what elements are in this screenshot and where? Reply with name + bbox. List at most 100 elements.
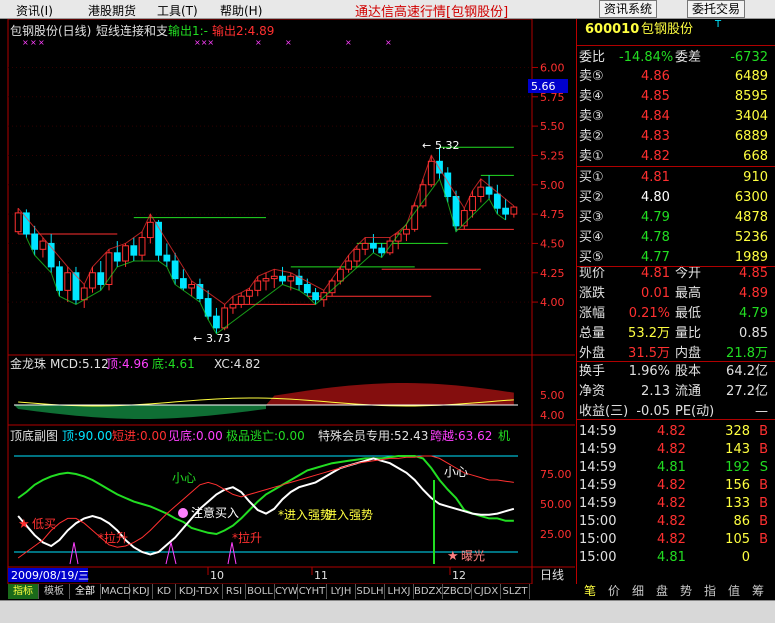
info-system-button[interactable]: 资讯系统: [599, 0, 658, 18]
candle: [229, 303, 237, 309]
bid-price: 4.81: [641, 170, 670, 185]
osc-jd: 见底:0.00: [168, 428, 223, 443]
right-tab[interactable]: 细: [626, 584, 650, 599]
right-tab[interactable]: 值: [722, 584, 746, 599]
tick-direction: S: [759, 460, 768, 475]
indicator-tab[interactable]: KDJ: [130, 584, 153, 599]
osc-title: 顶底副图: [10, 428, 58, 443]
osc-top: 顶:90.00: [62, 429, 112, 443]
right-tab[interactable]: 指: [698, 584, 722, 599]
indicator-tab[interactable]: MACD: [101, 584, 131, 599]
tick-price: 4.82: [657, 496, 686, 511]
ask-row: 卖⑤ 4.86 6489: [577, 68, 775, 86]
candle: [254, 280, 262, 291]
osc-series-line: [17, 455, 514, 559]
stat-value: 27.2亿: [726, 384, 768, 399]
stat-label: 流通: [675, 384, 702, 399]
stat-label: 总量: [579, 326, 606, 341]
indicator-tab[interactable]: ZBCD: [443, 584, 472, 599]
candle: [56, 266, 63, 291]
indicator-tab[interactable]: CYHT: [298, 584, 327, 599]
indicator-tab[interactable]: KD: [153, 584, 176, 599]
tick-price: 4.81: [657, 550, 686, 565]
tick-time: 15:00: [579, 550, 617, 565]
stat-value: 4.85: [739, 266, 768, 281]
indicator-tab[interactable]: CYW: [275, 584, 298, 599]
candle: [378, 247, 386, 254]
osc-ji: 机: [498, 429, 510, 443]
x-axis-labels: 10 11 12: [207, 567, 466, 582]
bid-row: 买② 4.80 6300: [577, 189, 775, 207]
chart-frame: [7, 18, 533, 585]
osc-vip: 特殊会员专用:52.43: [318, 428, 428, 443]
x-tick-label: 10: [210, 569, 224, 582]
tick-volume: 133: [725, 496, 750, 511]
bid-volume: 910: [743, 170, 768, 185]
candle: [270, 275, 278, 280]
ask-row: 卖② 4.83 6889: [577, 128, 775, 146]
indicator-tab[interactable]: CJDX: [472, 584, 501, 599]
menu-help[interactable]: 帮助(H): [220, 2, 262, 19]
candle: [14, 212, 22, 233]
osc-series-line: [17, 457, 515, 556]
stat-label: 涨跌: [579, 286, 606, 301]
indicator-tab[interactable]: 模板: [39, 584, 70, 599]
tick-volume: 0: [741, 550, 750, 565]
tick-price: 4.81: [657, 460, 686, 475]
x-marker: ×: [255, 38, 262, 47]
x-marker: ×××: [194, 38, 214, 47]
ask-label: 卖④: [579, 89, 604, 104]
indicator-tab[interactable]: KDJ-TDX: [176, 584, 223, 599]
signal-label: 注意买入: [191, 505, 239, 520]
indicator-tab[interactable]: RSI: [223, 584, 246, 599]
y-tick-label: 4.50: [540, 237, 565, 250]
menu-tools[interactable]: 工具(T): [157, 2, 198, 19]
chart-canvas[interactable]: 包钢股份(日线) 短线连接和支 输出1:- 输出2:4.89 × × × ×××…: [0, 18, 575, 585]
indicator-tab[interactable]: SLZT: [501, 584, 530, 599]
right-tab[interactable]: 盘: [650, 584, 674, 599]
ask-label: 卖②: [579, 129, 604, 144]
y-tick-label: 5.50: [540, 120, 565, 133]
x-marker: ×: [30, 38, 37, 47]
indicator-tab[interactable]: 全部: [70, 584, 101, 599]
osc-spike: [69, 542, 79, 565]
candle: [163, 254, 171, 262]
ask-volume: 6889: [734, 129, 768, 144]
candle: [72, 272, 80, 301]
ask-volume: 3404: [734, 109, 768, 124]
indicator-tab[interactable]: LYJH: [327, 584, 356, 599]
main-title: 包钢股份(日线): [10, 24, 91, 38]
jlz-red-area: [266, 383, 514, 405]
tick-time: 14:59: [579, 424, 617, 439]
indicator-tab[interactable]: SDLH: [356, 584, 385, 599]
tick-price: 4.82: [657, 514, 686, 529]
star-icon: ★: [18, 517, 30, 532]
right-tab[interactable]: 笔: [578, 584, 602, 599]
menu-info[interactable]: 资讯(I): [16, 2, 53, 19]
indicator-tab[interactable]: BOLL: [246, 584, 275, 599]
indicator-tab[interactable]: BDZX: [414, 584, 443, 599]
chart-area[interactable]: 包钢股份(日线) 短线连接和支 输出1:- 输出2:4.89 × × × ×××…: [0, 18, 575, 585]
tick-volume: 105: [725, 532, 750, 547]
right-tab[interactable]: 价: [602, 584, 626, 599]
wb-value: -14.84%: [619, 50, 674, 65]
indicator-tab[interactable]: LHXJ: [385, 584, 414, 599]
ask-row: 卖④ 4.85 8595: [577, 88, 775, 106]
indicator-tab[interactable]: 指标: [8, 584, 39, 599]
right-tab[interactable]: 势: [674, 584, 698, 599]
menu-hk-futures[interactable]: 港股期货: [88, 2, 136, 19]
jlz-green-area: [14, 405, 266, 419]
price-marker: 5.66: [531, 80, 556, 93]
stat-value: 0.21%: [628, 306, 670, 321]
jlz-pane: 4.00 5.00: [14, 383, 565, 422]
stat-label: 量比: [675, 326, 702, 341]
star-icon: *: [98, 531, 104, 545]
right-tab[interactable]: 筹: [746, 584, 770, 599]
candle: [370, 242, 377, 249]
ask-volume: 8595: [734, 89, 768, 104]
tick-row: 14:59 4.82 328 B: [577, 423, 775, 441]
signal-label: 进入强势: [325, 508, 373, 522]
osc-spike: [165, 542, 177, 565]
tick-time: 14:59: [579, 496, 617, 511]
y-tick-label: 50.00: [540, 498, 572, 511]
